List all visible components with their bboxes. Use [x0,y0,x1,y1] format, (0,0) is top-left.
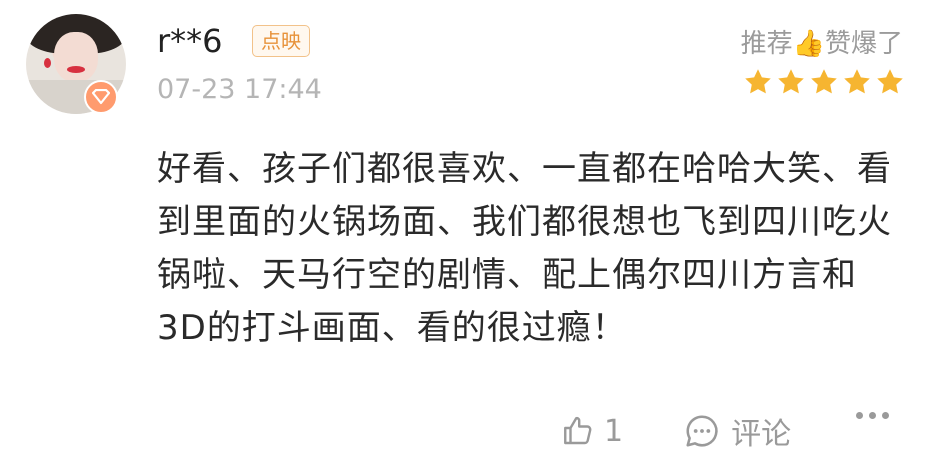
action-bar: 1 评论 [560,406,791,456]
dot [856,412,863,419]
recommend-text: 推荐👍赞爆了 [740,29,903,59]
username[interactable]: r**6 [157,19,223,63]
star-icon [811,69,837,94]
comment-bubble-icon [686,415,718,447]
avatar-face [54,32,98,82]
thumbs-up-icon [564,416,592,445]
dot [882,412,889,419]
more-dots-icon[interactable] [856,412,889,419]
dot [869,412,876,419]
review-card: r**6 点映 07-23 17:44 推荐👍赞爆了 好看、孩子们都很喜欢、一直… [0,0,927,468]
review-time: 07-23 17:44 [157,74,322,105]
star-icon [745,69,771,94]
comment-label: 评论 [731,417,792,452]
comment-button[interactable]: 评论 [683,409,791,453]
avatar-lips [67,66,85,73]
review-text: 好看、孩子们都很喜欢、一直都在哈哈大笑、看到里面的火锅场面、我们都很想也飞到四川… [157,149,892,348]
star-icon [778,69,804,94]
rating-stars [743,67,905,97]
star-icon [844,69,870,94]
screening-tag: 点映 [252,25,310,57]
avatar-earring [44,58,51,68]
like-button[interactable]: 1 [560,413,623,449]
heart-shield-icon [84,80,118,114]
star-icon [877,69,903,94]
like-count: 1 [604,413,624,449]
